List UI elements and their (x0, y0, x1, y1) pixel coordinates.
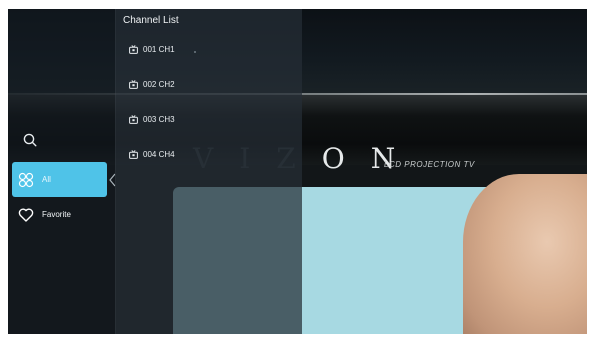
channel-list-panel (115, 9, 302, 334)
focus-dot (194, 51, 196, 53)
tv-icon (129, 44, 138, 54)
tv-icon (129, 114, 138, 124)
channel-label: 003 CH3 (143, 114, 175, 124)
channel-item-004[interactable]: 004 CH4 (129, 147, 175, 161)
sidebar-item-all[interactable]: All (12, 162, 107, 197)
channel-item-003[interactable]: 003 CH3 (129, 112, 175, 126)
brand-subtitle: LCD PROJECTION TV (384, 160, 475, 169)
sidebar-item-label: Favorite (42, 210, 71, 219)
sidebar-item-favorite[interactable]: Favorite (12, 197, 107, 232)
tv-icon (129, 149, 138, 159)
channel-item-001[interactable]: 001 CH1 (129, 42, 175, 56)
channel-list-title: Channel List (123, 15, 179, 26)
channel-label: 001 CH1 (143, 44, 175, 54)
tv-screen: VIZON LCD PROJECTION TV All Favorite Cha… (8, 9, 587, 334)
grid-icon (18, 172, 34, 187)
channel-label: 004 CH4 (143, 149, 175, 159)
channel-label: 002 CH2 (143, 79, 175, 89)
sidebar-item-label: All (42, 175, 51, 184)
search-icon[interactable] (23, 133, 37, 147)
tv-icon (129, 79, 138, 89)
channel-item-002[interactable]: 002 CH2 (129, 77, 175, 91)
picture-subject (463, 174, 587, 334)
heart-icon (18, 208, 34, 222)
